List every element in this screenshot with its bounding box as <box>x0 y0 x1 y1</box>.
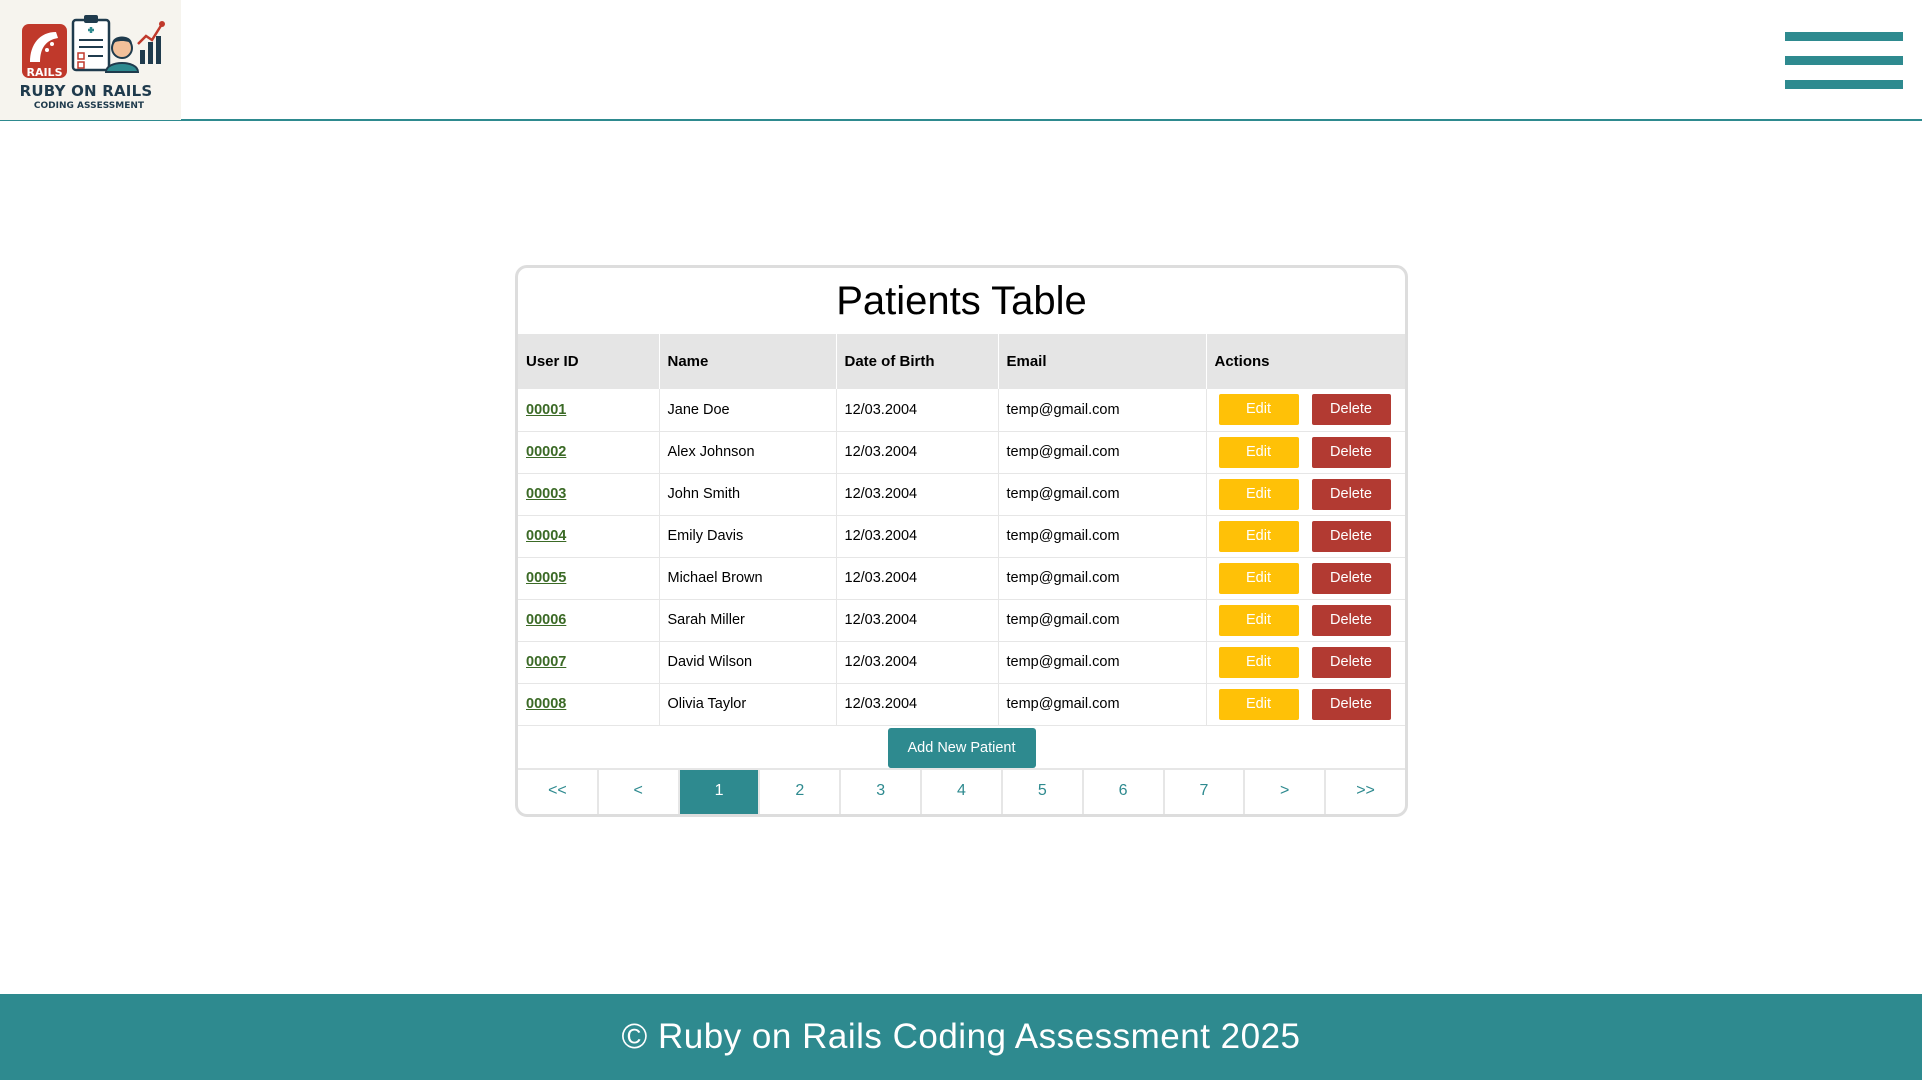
patient-name: Alex Johnson <box>659 431 837 474</box>
patient-dob: 12/03.2004 <box>836 389 999 432</box>
edit-button[interactable]: Edit <box>1218 520 1299 552</box>
patient-email: temp@gmail.com <box>998 683 1207 726</box>
table-row: 00008 Olivia Taylor 12/03.2004 temp@gmail.c… <box>518 683 1405 726</box>
table-row: 00004 Emily Davis 12/03.2004 temp@gmail.com… <box>518 515 1405 558</box>
column-header-actions: Actions <box>1206 334 1405 389</box>
patient-email: temp@gmail.com <box>998 473 1207 516</box>
edit-button[interactable]: Edit <box>1218 436 1299 468</box>
column-header-dob: Date of Birth <box>836 334 999 389</box>
page-button-4[interactable]: 2 <box>760 770 842 814</box>
patient-name: Olivia Taylor <box>659 683 837 726</box>
row-actions: Edit Delete <box>1206 599 1405 642</box>
edit-button[interactable]: Edit <box>1218 688 1299 720</box>
row-actions: Edit Delete <box>1206 515 1405 558</box>
edit-button[interactable]: Edit <box>1218 646 1299 678</box>
patient-email: temp@gmail.com <box>998 389 1207 432</box>
page-button-1[interactable]: << <box>518 770 599 814</box>
patient-name: Emily Davis <box>659 515 837 558</box>
delete-button[interactable]: Delete <box>1311 688 1391 720</box>
table-row: 00006 Sarah Miller 12/03.2004 temp@gmail.co… <box>518 599 1405 642</box>
add-new-patient-button[interactable]: Add New Patient <box>887 727 1036 768</box>
delete-button[interactable]: Delete <box>1311 604 1391 636</box>
page-button-8[interactable]: 6 <box>1084 770 1165 814</box>
delete-button[interactable]: Delete <box>1311 646 1391 678</box>
row-actions: Edit Delete <box>1206 389 1405 432</box>
edit-button[interactable]: Edit <box>1218 562 1299 594</box>
table-row: 00001 Jane Doe 12/03.2004 temp@gmail.com Edi… <box>518 389 1405 432</box>
patient-email: temp@gmail.com <box>998 641 1207 684</box>
page-button-11[interactable]: >> <box>1326 770 1405 814</box>
patient-email: temp@gmail.com <box>998 599 1207 642</box>
row-actions: Edit Delete <box>1206 557 1405 600</box>
page-button-5[interactable]: 3 <box>841 770 923 814</box>
patient-id-link[interactable]: 00008 <box>526 696 566 712</box>
header: RAILS RUBY ON RAILS CODING ASSESSMENT <box>0 0 1922 121</box>
edit-button[interactable]: Edit <box>1218 478 1299 510</box>
patient-email: temp@gmail.com <box>998 431 1207 474</box>
patient-name: John Smith <box>659 473 837 516</box>
patient-id-link[interactable]: 00007 <box>526 654 566 670</box>
rails-badge-text: RAILS <box>26 66 62 79</box>
table-header-row: User ID Name Date of Birth Email Actions <box>518 334 1405 389</box>
page-title: Patients Table <box>836 279 1087 323</box>
patients-table: User ID Name Date of Birth Email Actions… <box>518 334 1405 726</box>
logo-title: RUBY ON RAILS <box>19 82 153 100</box>
patient-dob: 12/03.2004 <box>836 431 999 474</box>
patient-name: Jane Doe <box>659 389 837 432</box>
column-header-user-id: User ID <box>518 334 660 389</box>
patient-id-link[interactable]: 00006 <box>526 612 566 628</box>
delete-button[interactable]: Delete <box>1311 394 1391 426</box>
patient-dob: 12/03.2004 <box>836 641 999 684</box>
patient-name: Sarah Miller <box>659 599 837 642</box>
patient-email: temp@gmail.com <box>998 515 1207 558</box>
logo-subtitle: CODING ASSESSMENT <box>33 101 145 111</box>
row-actions: Edit Delete <box>1206 641 1405 684</box>
patient-id-link[interactable]: 00005 <box>526 570 566 586</box>
logo[interactable]: RAILS RUBY ON RAILS CODING ASSESSMENT <box>0 0 181 120</box>
patient-dob: 12/03.2004 <box>836 557 999 600</box>
row-actions: Edit Delete <box>1206 473 1405 516</box>
patient-dob: 12/03.2004 <box>836 473 999 516</box>
page-button-9[interactable]: 7 <box>1165 770 1246 814</box>
table-row: 00007 David Wilson 12/03.2004 temp@gmail.co… <box>518 641 1405 684</box>
column-header-name: Name <box>659 334 837 389</box>
footer: © Ruby on Rails Coding Assessment 2025 <box>0 994 1922 1080</box>
hamburger-menu-icon[interactable] <box>1785 30 1903 94</box>
patient-id-link[interactable]: 00001 <box>526 402 566 418</box>
table-row: 00002 Alex Johnson 12/03.2004 temp@gmail.co… <box>518 431 1405 474</box>
patient-dob: 12/03.2004 <box>836 515 999 558</box>
page-button-7[interactable]: 5 <box>1003 770 1084 814</box>
pagination: << <1 2 3 4 5 6 7 > >> <box>518 768 1405 814</box>
patient-id-link[interactable]: 00003 <box>526 486 566 502</box>
column-header-email: Email <box>998 334 1207 389</box>
edit-button[interactable]: Edit <box>1218 394 1299 426</box>
page-button-2[interactable]: < <box>599 770 680 814</box>
delete-button[interactable]: Delete <box>1311 436 1391 468</box>
page-button-3[interactable]: 1 <box>679 770 761 814</box>
patient-name: Michael Brown <box>659 557 837 600</box>
row-actions: Edit Delete <box>1206 683 1405 726</box>
delete-button[interactable]: Delete <box>1311 478 1391 510</box>
patient-dob: 12/03.2004 <box>836 683 999 726</box>
patient-email: temp@gmail.com <box>998 557 1207 600</box>
patient-dob: 12/03.2004 <box>836 599 999 642</box>
edit-button[interactable]: Edit <box>1218 604 1299 636</box>
page-button-6[interactable]: 4 <box>922 770 1003 814</box>
delete-button[interactable]: Delete <box>1311 562 1391 594</box>
row-actions: Edit Delete <box>1206 431 1405 474</box>
page-button-10[interactable]: > <box>1245 770 1327 814</box>
table-row: 00005 Michael Brown 12/03.2004 temp@gmail.c… <box>518 557 1405 600</box>
patient-name: David Wilson <box>659 641 837 684</box>
delete-button[interactable]: Delete <box>1311 520 1391 552</box>
patients-card: Patients Table User ID Name Date of Birt… <box>515 265 1408 817</box>
patient-id-link[interactable]: 00004 <box>526 528 566 544</box>
table-row: 00003 John Smith 12/03.2004 temp@gmail.com E… <box>518 473 1405 516</box>
patient-id-link[interactable]: 00002 <box>526 444 566 460</box>
